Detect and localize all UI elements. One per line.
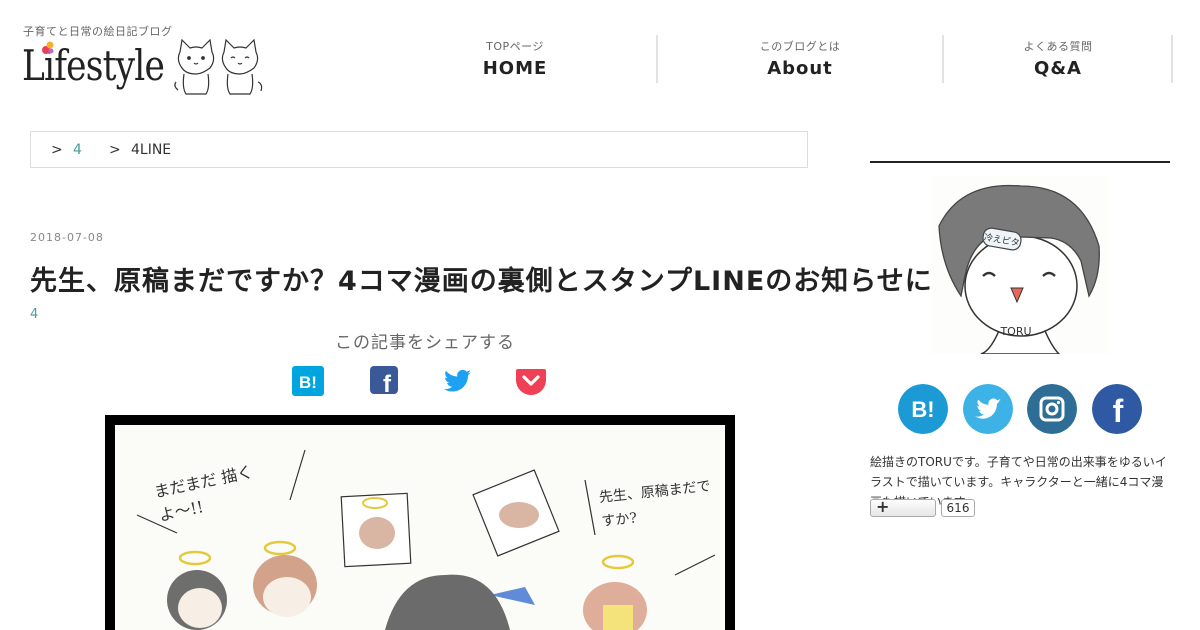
share-heading: この記事をシェアする	[335, 333, 515, 353]
facebook-label: f	[1113, 393, 1124, 429]
hatena-bookmark-icon[interactable]: B!	[292, 365, 324, 397]
hatena-label: B!	[911, 397, 934, 422]
breadcrumb-category-link[interactable]: 4	[73, 142, 82, 158]
nav-home-label: HOME	[482, 58, 548, 79]
nav-qa[interactable]: よくある質問 Q&A	[983, 35, 1133, 83]
breadcrumb-separator: >	[51, 142, 63, 158]
plus-icon: +	[876, 497, 890, 516]
illustration-canvas: まだまだ 描くよ〜!! 先生、原稿まだですか?	[115, 425, 725, 630]
instagram-icon[interactable]	[1027, 384, 1077, 434]
follower-count: 616	[941, 499, 975, 517]
pocket-icon[interactable]	[515, 365, 547, 397]
twitter-icon[interactable]	[963, 384, 1013, 434]
facebook-icon[interactable]: f	[1092, 384, 1142, 434]
article-date: 2018-07-08	[30, 231, 104, 244]
breadcrumb: > 4 > 4LINE	[30, 131, 808, 168]
avatar-name-text: TORU	[999, 325, 1031, 338]
sidebar-divider	[870, 161, 1170, 163]
facebook-icon[interactable]: f	[368, 365, 400, 397]
nav-about-sub: このブログとは	[759, 40, 841, 53]
profile-avatar: 冷えピタ TORU	[931, 176, 1109, 355]
logo-dots-icon	[42, 41, 54, 54]
hatena-label: B!	[299, 373, 317, 392]
nav-home[interactable]: TOPページ HOME	[440, 35, 590, 83]
nav-about[interactable]: このブログとは About	[725, 35, 875, 83]
nav-divider	[942, 35, 944, 83]
hatena-follow-button[interactable]: +	[870, 497, 936, 517]
article-title: 先生、原稿まだですか？4コマ漫画の裏側とスタンプLINEのお知らせについて	[30, 266, 1016, 297]
site-tagline: 子育てと日常の絵日記ブログ	[23, 25, 173, 38]
article-category-link[interactable]: 4	[30, 307, 38, 322]
facebook-label: f	[383, 371, 392, 397]
article-illustration: まだまだ 描くよ〜!! 先生、原稿まだですか?	[105, 415, 735, 630]
nav-qa-sub: よくある質問	[1023, 40, 1093, 53]
nav-home-sub: TOPページ	[486, 40, 544, 53]
nav-divider	[1171, 35, 1173, 83]
nav-qa-label: Q&A	[1034, 58, 1082, 79]
nav-about-label: About	[767, 58, 833, 79]
avatar-drawing: 冷えピタ TORU	[931, 176, 1109, 355]
hatena-icon[interactable]: B!	[898, 384, 948, 434]
breadcrumb-current: 4LINE	[131, 142, 172, 158]
site-logo[interactable]: Lifestyle	[22, 38, 267, 98]
breadcrumb-separator: >	[109, 142, 121, 158]
twitter-icon[interactable]	[441, 365, 473, 397]
nav-divider	[656, 35, 658, 83]
cat-mascots-icon	[174, 38, 263, 95]
